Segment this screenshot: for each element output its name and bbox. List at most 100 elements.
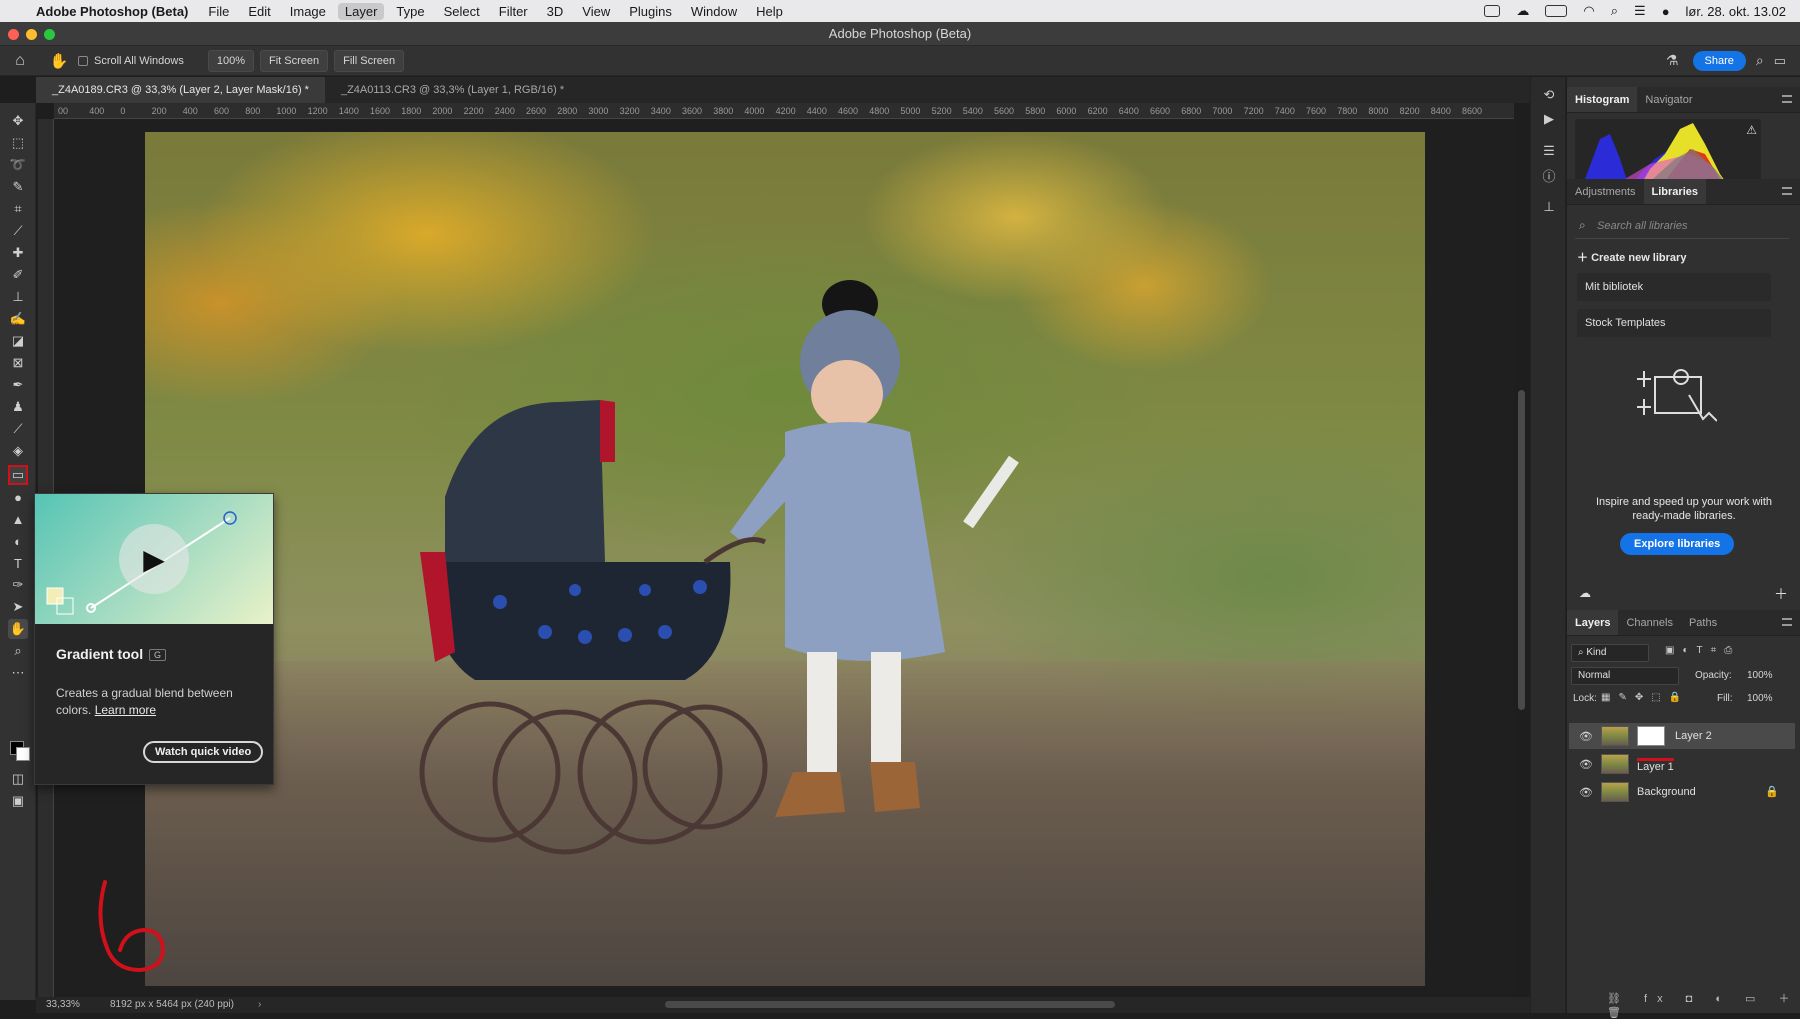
explore-libraries-button[interactable]: Explore libraries — [1620, 533, 1735, 555]
battery-icon[interactable] — [1545, 5, 1568, 17]
menu-3d[interactable]: 3D — [547, 4, 564, 19]
sharpen-tool-icon[interactable]: ▲ — [8, 509, 28, 529]
tab-paths[interactable]: Paths — [1681, 610, 1725, 635]
zoom-tool-icon[interactable]: ⌕ — [8, 641, 28, 661]
lock-icon[interactable]: 🔒 — [1765, 785, 1779, 798]
menu-image[interactable]: Image — [290, 4, 326, 19]
dodge-tool-icon[interactable]: ◐ — [8, 531, 28, 551]
document-image[interactable] — [145, 132, 1425, 986]
add-icon[interactable]: ＋ — [1774, 584, 1788, 604]
more-tools-icon[interactable]: ⋯ — [8, 663, 28, 683]
clone-stamp-tool-icon[interactable]: ⊥ — [8, 287, 28, 307]
wifi-icon[interactable]: ◠ — [1583, 3, 1594, 19]
siri-icon[interactable]: ● — [1662, 4, 1670, 19]
learn-more-link[interactable]: Learn more — [95, 703, 156, 717]
blur-tool-icon[interactable]: ● — [8, 487, 28, 507]
history-brush-tool-icon[interactable]: ✍ — [8, 309, 28, 329]
brush-tool-icon[interactable]: ✐ — [8, 265, 28, 285]
pen-tool-icon[interactable]: ✑ — [8, 575, 28, 595]
tab-layers[interactable]: Layers — [1567, 610, 1619, 635]
type-tool-icon[interactable]: T — [8, 553, 28, 573]
menu-edit[interactable]: Edit — [248, 4, 270, 19]
close-window-button[interactable] — [8, 29, 19, 40]
layer-mask-thumbnail[interactable] — [1637, 726, 1665, 746]
panel-menu-icon[interactable] — [1782, 95, 1792, 103]
screen-mode-icon[interactable]: ▣ — [8, 791, 28, 811]
blend-mode-select[interactable]: Normal — [1571, 667, 1679, 685]
lock-icons[interactable]: ▦✎✥⬚🔒 — [1601, 692, 1689, 703]
stamp-tool-icon[interactable]: ♟ — [8, 397, 28, 417]
spotlight-search-icon[interactable]: ⌕ — [1611, 3, 1618, 19]
library-item[interactable]: Mit bibliotek — [1577, 273, 1771, 301]
eyedropper-tool-icon[interactable]: ⟋ — [8, 221, 28, 241]
move-tool-icon[interactable]: ✥ — [8, 111, 28, 131]
eraser-tool-icon[interactable]: ◪ — [8, 331, 28, 351]
layer-filter-icons[interactable]: ▣◐T⌗⎙ — [1665, 645, 1740, 656]
properties-panel-icon[interactable]: ☰ — [1541, 143, 1557, 159]
stamp-panel-icon[interactable]: ⊥ — [1541, 199, 1557, 215]
menu-window[interactable]: Window — [691, 4, 737, 19]
play-icon[interactable]: ▶ — [119, 524, 189, 594]
marquee-tool-icon[interactable]: ⬚ — [8, 133, 28, 153]
layer-row[interactable]: 👁 Background 🔒 — [1569, 779, 1795, 805]
lasso-tool-icon[interactable]: ➰ — [8, 155, 28, 175]
library-search-input[interactable]: Search all libraries — [1575, 213, 1789, 239]
opacity-value[interactable]: 100% — [1747, 670, 1773, 681]
quick-select-tool-icon[interactable]: ✎ — [8, 177, 28, 197]
minimize-window-button[interactable] — [26, 29, 37, 40]
mixer-brush-tool-icon[interactable]: ✒ — [8, 375, 28, 395]
beaker-icon[interactable]: ⚗ — [1666, 52, 1679, 69]
eye-icon[interactable]: 👁 — [1579, 758, 1593, 771]
layer-name[interactable]: Layer 1 — [1637, 758, 1674, 773]
fill-value[interactable]: 100% — [1747, 693, 1773, 704]
menu-file[interactable]: File — [208, 4, 229, 19]
zoom-window-button[interactable] — [44, 29, 55, 40]
menu-help[interactable]: Help — [756, 4, 783, 19]
tab-libraries[interactable]: Libraries — [1643, 179, 1706, 204]
search-icon[interactable]: ⌕ — [1756, 52, 1764, 69]
workspace-icon[interactable]: ▭ — [1774, 53, 1786, 69]
horizontal-scrollbar[interactable] — [665, 1001, 1115, 1008]
layer-name[interactable]: Background — [1637, 786, 1696, 798]
creative-cloud-icon[interactable]: ☁ — [1516, 3, 1529, 19]
smudge-tool-icon[interactable]: ⟋ — [8, 419, 28, 439]
warning-icon[interactable]: ⚠ — [1746, 123, 1757, 137]
layer-row[interactable]: 👁 Layer 2 — [1569, 723, 1795, 749]
paint-bucket-tool-icon[interactable]: ◈ — [8, 441, 28, 461]
menu-plugins[interactable]: Plugins — [629, 4, 672, 19]
tab-channels[interactable]: Channels — [1618, 610, 1680, 635]
cloud-icon[interactable]: ☁ — [1579, 586, 1591, 600]
history-panel-icon[interactable]: ⟲ — [1541, 87, 1557, 103]
frame-tool-icon[interactable]: ⊠ — [8, 353, 28, 373]
share-button[interactable]: Share — [1692, 50, 1746, 71]
gradient-tool-icon[interactable]: ▭ — [8, 465, 28, 485]
actions-panel-icon[interactable]: ▶ — [1541, 111, 1557, 127]
home-icon[interactable]: ⌂ — [0, 52, 40, 70]
quick-mask-icon[interactable]: ◫ — [8, 769, 28, 789]
watch-quick-video-button[interactable]: Watch quick video — [143, 741, 264, 763]
vertical-scrollbar[interactable] — [1518, 390, 1525, 710]
hand-tool-preset-icon[interactable]: ✋ — [40, 52, 78, 70]
zoom-level-readout[interactable]: 33,33% — [46, 997, 80, 1013]
zoom-100-button[interactable]: 100% — [207, 49, 254, 72]
crop-tool-icon[interactable]: ⌗ — [8, 199, 28, 219]
app-menu[interactable]: Adobe Photoshop (Beta) — [36, 4, 188, 19]
path-select-tool-icon[interactable]: ➤ — [8, 597, 28, 617]
fill-screen-button[interactable]: Fill Screen — [334, 49, 405, 72]
library-item[interactable]: Stock Templates — [1577, 309, 1771, 337]
tab-document-1[interactable]: _Z4A0189.CR3 @ 33,3% (Layer 2, Layer Mas… — [36, 77, 325, 103]
menu-layer[interactable]: Layer — [337, 2, 385, 20]
hand-tool-icon[interactable]: ✋ — [8, 619, 28, 639]
menu-view[interactable]: View — [582, 4, 610, 19]
menu-select[interactable]: Select — [444, 4, 480, 19]
tab-histogram[interactable]: Histogram — [1567, 87, 1638, 112]
eye-icon[interactable]: 👁 — [1579, 786, 1593, 799]
tooltip-preview-video[interactable]: ▶ — [35, 494, 273, 624]
status-expand-chevron-icon[interactable]: › — [258, 997, 261, 1013]
panel-menu-icon[interactable] — [1782, 618, 1792, 626]
layer-row[interactable]: 👁 Layer 1 — [1569, 751, 1795, 777]
control-center-icon[interactable]: ☰ — [1634, 3, 1646, 19]
layers-footer-icons[interactable]: ⛓ fx ◘ ◐ ▭ ＋ 🗑 — [1607, 990, 1800, 1019]
fit-screen-button[interactable]: Fit Screen — [260, 49, 329, 72]
scroll-all-windows-checkbox[interactable] — [78, 55, 88, 66]
